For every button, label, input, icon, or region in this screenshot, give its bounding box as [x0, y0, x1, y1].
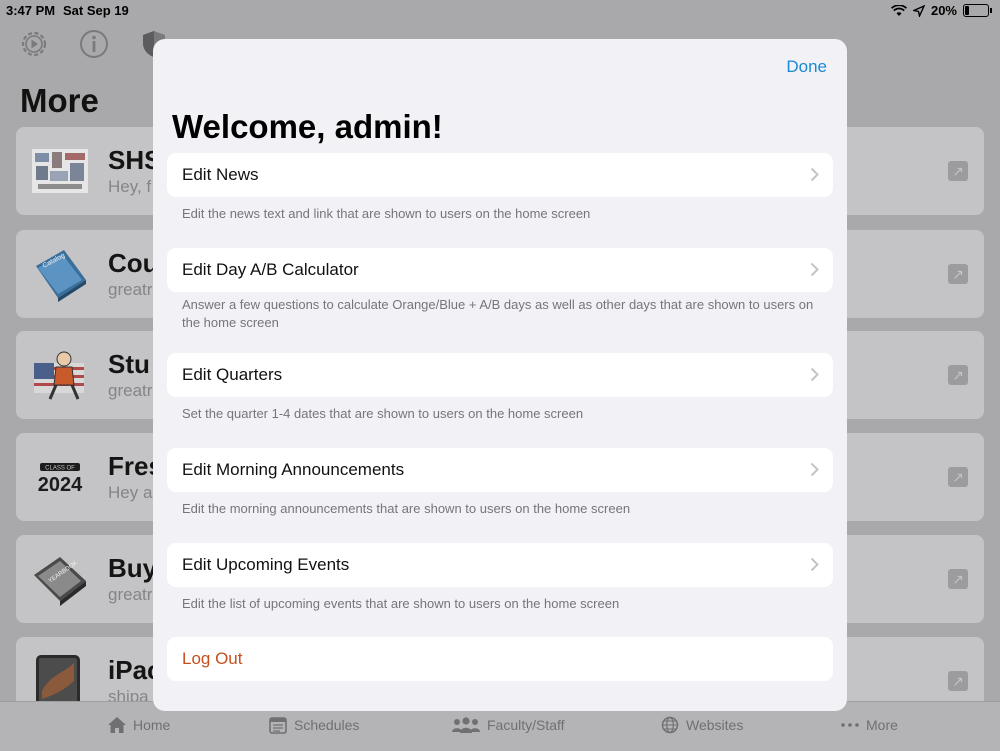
battery-percent: 20% [930, 3, 957, 18]
row-description: Edit the news text and link that are sho… [182, 206, 591, 221]
row-label: Edit Quarters [182, 365, 283, 384]
catalog-book-thumbnail: Catalog [36, 250, 86, 302]
yearbook-thumbnail: YEARBOOK [34, 557, 86, 606]
row-description: Edit the list of upcoming events that ar… [182, 596, 620, 611]
tab-label: Faculty/Staff [487, 717, 565, 733]
external-link-icon: ↗ [948, 467, 968, 487]
status-date: Sat Sep 19 [63, 3, 129, 18]
external-link-icon: ↗ [948, 365, 968, 385]
row-label: Edit News [182, 165, 259, 184]
edit-news-row[interactable]: Edit News [167, 153, 833, 197]
log-out-label: Log Out [182, 649, 243, 668]
toolbar-icons [18, 28, 170, 60]
tab-label: Home [133, 717, 171, 733]
house-icon [108, 717, 126, 733]
battery-nub [990, 8, 992, 13]
calendar-icon [269, 717, 287, 734]
news-collage-thumbnail [32, 149, 88, 193]
class-of-2024-thumbnail: CLASS OF 2024 [38, 463, 83, 496]
card-title: Stu [108, 349, 150, 379]
edit-morning-announcements-row[interactable]: Edit Morning Announcements [167, 448, 833, 492]
status-time: 3:47 PM [6, 3, 56, 18]
year-label: 2024 [38, 474, 83, 496]
log-out-button[interactable]: Log Out [167, 637, 833, 681]
tab-faculty-staff[interactable]: Faculty/Staff [451, 716, 565, 734]
external-link-icon: ↗ [948, 264, 968, 284]
battery-icon [963, 4, 989, 17]
tab-label: Websites [686, 717, 744, 733]
external-link-icon: ↗ [948, 671, 968, 691]
location-arrow-icon [912, 4, 925, 17]
card-subtitle: greatr [108, 381, 153, 400]
row-description: Answer a few questions to calculate Oran… [182, 297, 814, 330]
edit-quarters-row[interactable]: Edit Quarters [167, 353, 833, 397]
info-icon[interactable] [78, 28, 110, 60]
row-description: Edit the morning announcements that are … [182, 501, 631, 516]
card-subtitle: greatr [108, 280, 153, 299]
card-title: Buy [108, 553, 158, 583]
chevron-right-icon [810, 262, 819, 277]
page-title: More [20, 82, 99, 119]
card-subtitle: Hey, f [108, 177, 152, 196]
external-link-icon: ↗ [948, 161, 968, 181]
tab-schedules[interactable]: Schedules [268, 716, 359, 734]
row-label: Edit Upcoming Events [182, 555, 350, 574]
ellipsis-icon [841, 723, 859, 727]
edit-upcoming-events-row[interactable]: Edit Upcoming Events [167, 543, 833, 587]
tab-more[interactable]: More [840, 716, 898, 734]
status-indicators: 20% [890, 3, 992, 18]
edit-day-ab-calculator-row[interactable]: Edit Day A/B Calculator [167, 248, 833, 292]
done-button[interactable]: Done [786, 57, 827, 77]
tab-label: Schedules [294, 717, 360, 733]
chevron-right-icon [810, 167, 819, 182]
row-label: Edit Morning Announcements [182, 460, 405, 479]
gear-play-icon[interactable] [18, 28, 50, 60]
chevron-right-icon [810, 462, 819, 477]
tab-home[interactable]: Home [107, 716, 170, 734]
admin-modal: Done Welcome, admin! Edit News Edit the … [153, 39, 847, 711]
people-icon [452, 717, 480, 733]
chevron-right-icon [810, 367, 819, 382]
row-description: Set the quarter 1-4 dates that are shown… [182, 406, 584, 421]
globe-icon [661, 716, 679, 734]
wifi-icon [890, 4, 907, 16]
card-subtitle: Hey a [108, 483, 153, 502]
row-label: Edit Day A/B Calculator [182, 260, 359, 279]
status-bar: 3:47 PM Sat Sep 19 20% [0, 0, 1000, 22]
modal-title: Welcome, admin! [172, 108, 443, 145]
card-subtitle: greatr [108, 585, 153, 604]
chevron-right-icon [810, 557, 819, 572]
tab-label: More [866, 717, 898, 733]
external-link-icon: ↗ [948, 569, 968, 589]
card-title: Cou [108, 248, 159, 278]
tab-websites[interactable]: Websites [660, 716, 743, 734]
mascot-thumbnail [34, 351, 84, 400]
class-of-label: CLASS OF [45, 466, 75, 472]
